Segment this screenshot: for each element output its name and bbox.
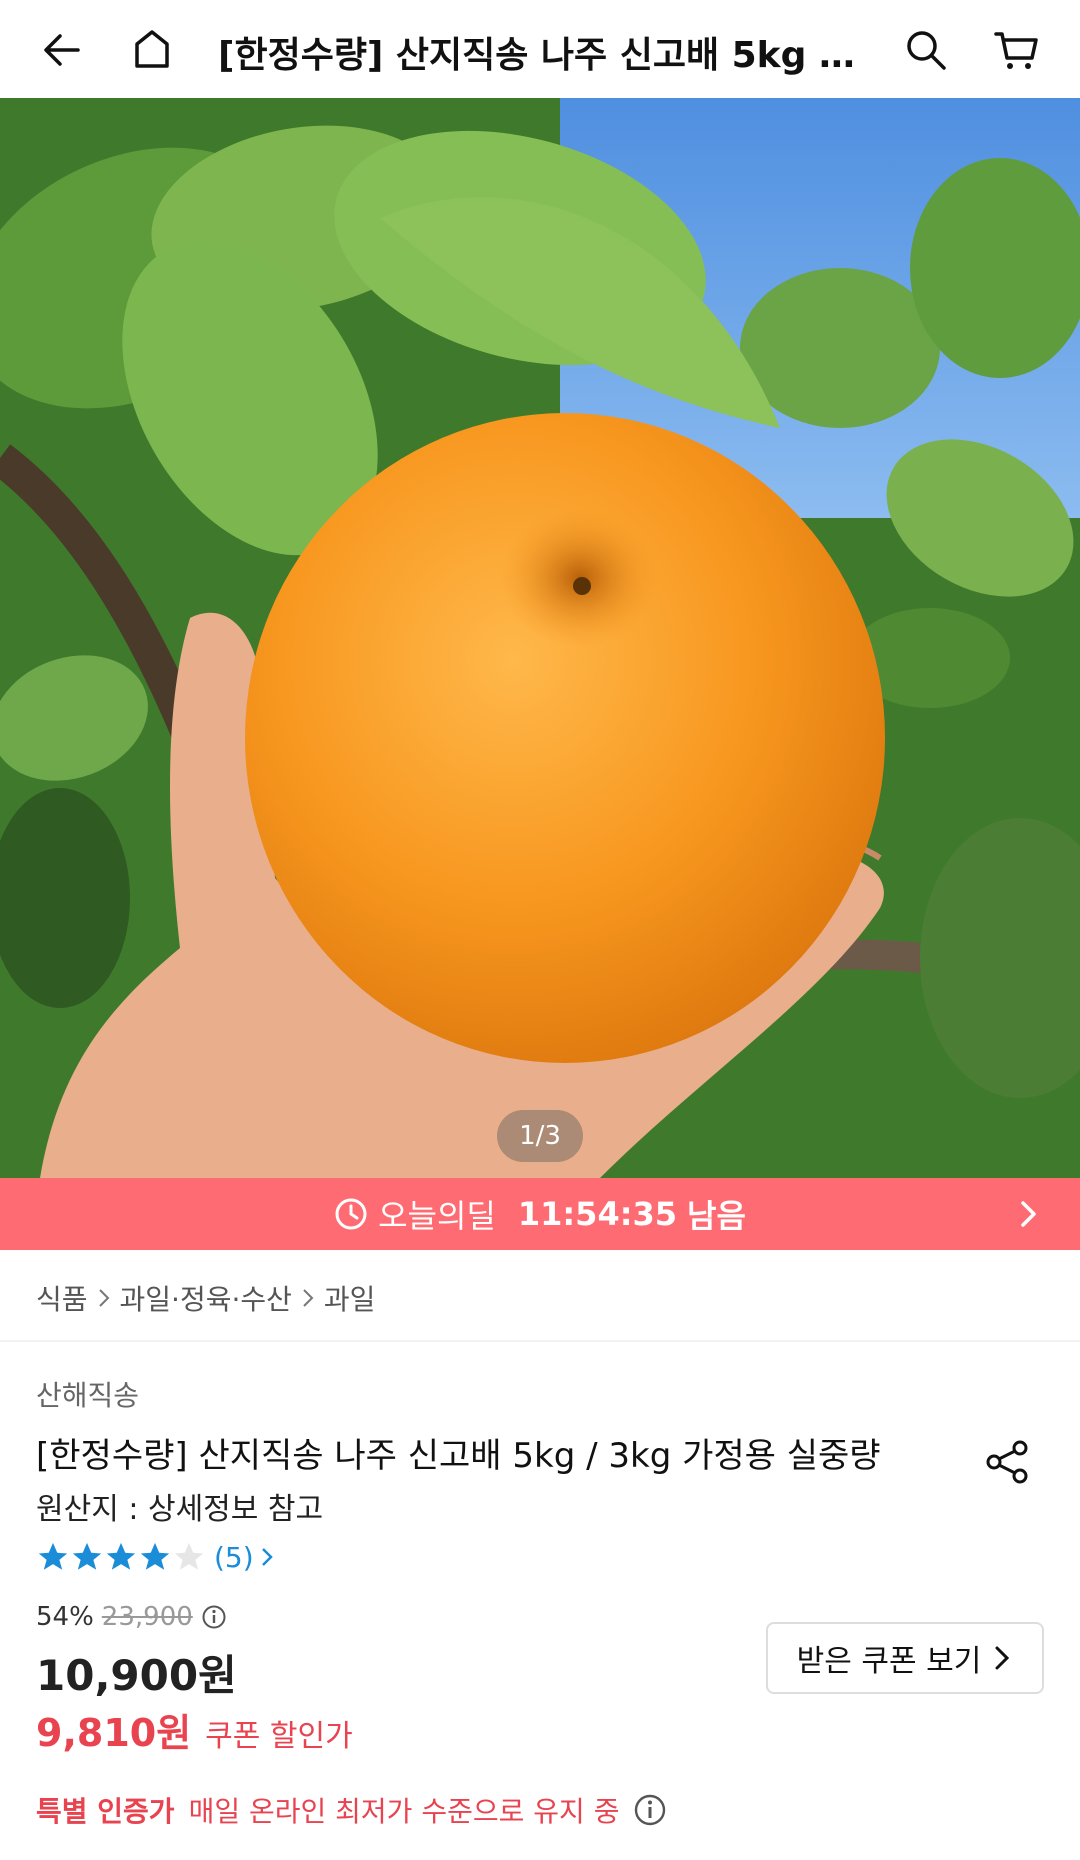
special-price-tag: 특별 인증가 <box>36 1795 175 1828</box>
image-page-indicator: 1/3 <box>497 1110 583 1162</box>
chevron-right-icon <box>98 1289 109 1307</box>
search-icon <box>907 31 946 70</box>
coupon-price-label: 쿠폰 할인가 <box>205 1719 353 1754</box>
product-title: [한정수량] 산지직송 나주 신고배 5kg / 3kg 가정용 실중량 <box>36 1436 881 1476</box>
cart-button[interactable] <box>988 22 1044 78</box>
page-title: [한정수량] 산지직송 나주 신고배 5kg / 3… <box>218 35 858 76</box>
coupon-price: 9,810원 <box>36 1711 192 1755</box>
breadcrumb-item[interactable]: 과일 <box>324 1278 376 1318</box>
product-image-carousel[interactable] <box>0 98 1080 1178</box>
deal-countdown: 11:54:35 <box>517 1195 678 1233</box>
today-deal-banner[interactable]: 오늘의딜 11:54:35 남음 <box>0 1178 1080 1250</box>
sale-price: 10,900원 <box>36 1651 237 1700</box>
coupon-price-row: 9,810원 쿠폰 할인가 <box>36 1702 353 1757</box>
original-price: 23,900 <box>101 1602 193 1632</box>
star-empty-icon <box>174 1542 204 1570</box>
chevron-right-icon <box>261 1548 273 1566</box>
home-icon <box>135 30 169 68</box>
star-filled-icon <box>106 1542 136 1570</box>
rating-summary[interactable]: (5) <box>36 1540 276 1574</box>
cart-icon <box>994 32 1038 69</box>
origin-info: 원산지 : 상세정보 참고 <box>36 1492 324 1527</box>
chevron-right-icon <box>1021 1201 1036 1227</box>
share-button[interactable] <box>980 1434 1036 1490</box>
review-count[interactable]: (5) <box>214 1541 254 1574</box>
info-icon[interactable] <box>633 1793 667 1827</box>
top-app-bar: [한정수량] 산지직송 나주 신고배 5kg / 3… <box>0 0 1080 98</box>
section-divider <box>0 1340 1080 1342</box>
breadcrumb-item[interactable]: 식품 <box>36 1278 88 1318</box>
special-price-text: 매일 온라인 최저가 수준으로 유지 중 <box>188 1795 620 1828</box>
search-button[interactable] <box>898 22 954 78</box>
home-button[interactable] <box>124 22 180 78</box>
star-filled-icon <box>38 1542 68 1570</box>
discount-row: 54% 23,900 <box>36 1602 227 1632</box>
arrow-left-icon <box>44 34 80 66</box>
chevron-right-icon <box>303 1289 314 1307</box>
share-icon <box>986 1440 1028 1484</box>
view-coupons-label: 받은 쿠폰 보기 <box>796 1644 982 1679</box>
info-icon[interactable] <box>201 1604 227 1630</box>
breadcrumb-item[interactable]: 과일·정육·수산 <box>120 1278 292 1318</box>
view-coupons-button[interactable]: 받은 쿠폰 보기 <box>766 1622 1044 1694</box>
clock-icon <box>335 1198 367 1230</box>
deal-remaining-label: 남음 <box>687 1197 746 1235</box>
breadcrumb: 식품 과일·정육·수산 과일 <box>36 1278 375 1318</box>
star-filled-icon <box>140 1542 170 1570</box>
star-filled-icon <box>72 1542 102 1570</box>
star-rating <box>36 1540 206 1574</box>
deal-label: 오늘의딜 <box>378 1197 496 1235</box>
product-photo <box>0 98 1080 1178</box>
chevron-right-icon <box>995 1646 1010 1670</box>
special-price-notice: 특별 인증가 매일 온라인 최저가 수준으로 유지 중 <box>36 1790 667 1830</box>
back-button[interactable] <box>34 22 90 78</box>
discount-rate: 54% <box>36 1602 94 1632</box>
seller-name[interactable]: 산해직송 <box>36 1374 139 1414</box>
